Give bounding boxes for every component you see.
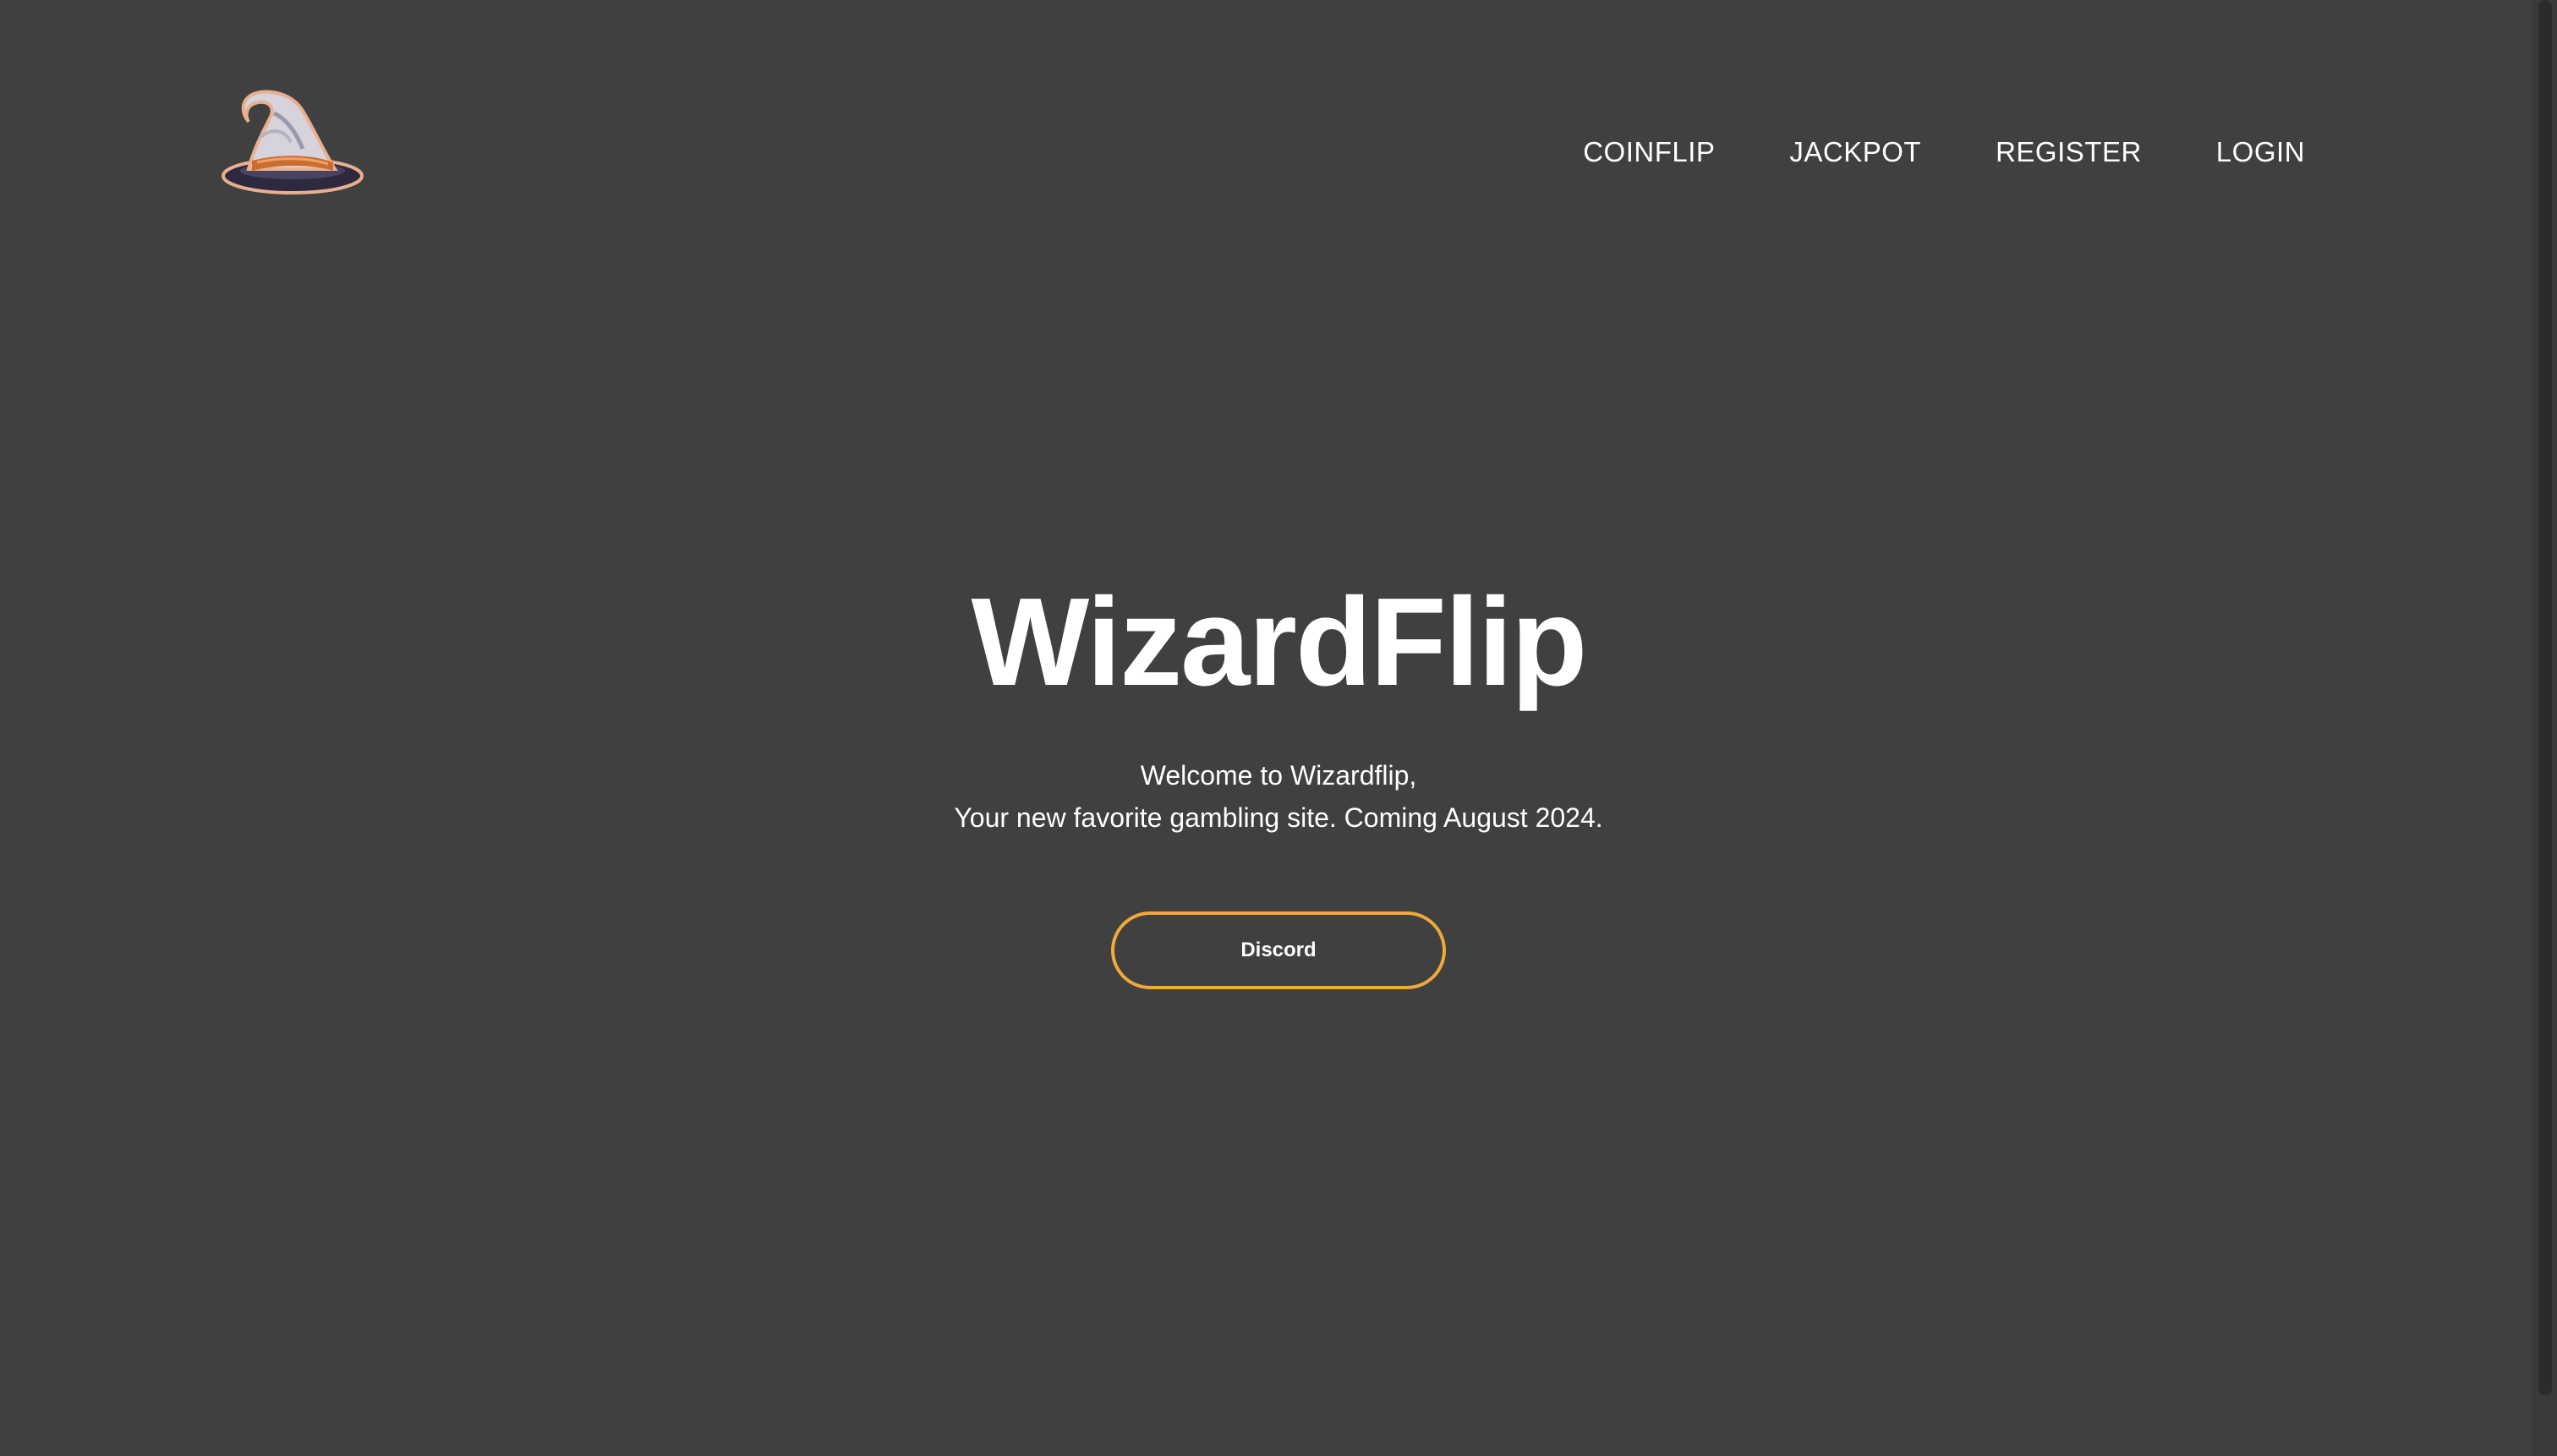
site-header: COINFLIP JACKPOT REGISTER LOGIN (0, 0, 2532, 220)
discord-button-wrap: Discord (0, 911, 2557, 989)
page: COINFLIP JACKPOT REGISTER LOGIN WizardFl… (0, 0, 2557, 1456)
discord-button[interactable]: Discord (1111, 911, 1446, 989)
hero-section: WizardFlip Welcome to Wizardflip, Your n… (0, 567, 2557, 989)
nav-jackpot[interactable]: JACKPOT (1789, 132, 1921, 172)
hero-line-welcome: Welcome to Wizardflip, (1140, 760, 1417, 791)
nav-coinflip[interactable]: COINFLIP (1583, 132, 1715, 172)
page-scrollbar[interactable] (2532, 0, 2557, 1456)
site-logo[interactable] (218, 88, 367, 200)
hero-title: WizardFlip (971, 572, 1588, 712)
nav-login[interactable]: LOGIN (2216, 132, 2305, 172)
wizard-hat-icon (222, 90, 364, 194)
nav-register[interactable]: REGISTER (1996, 132, 2142, 172)
main-nav: COINFLIP JACKPOT REGISTER LOGIN (1583, 132, 2305, 172)
scrollbar-thumb[interactable] (2538, 0, 2552, 1395)
hero-line-tagline: Your new favorite gambling site. Coming … (954, 802, 1603, 833)
hero-description: Welcome to Wizardflip, Your new favorite… (0, 754, 2557, 839)
